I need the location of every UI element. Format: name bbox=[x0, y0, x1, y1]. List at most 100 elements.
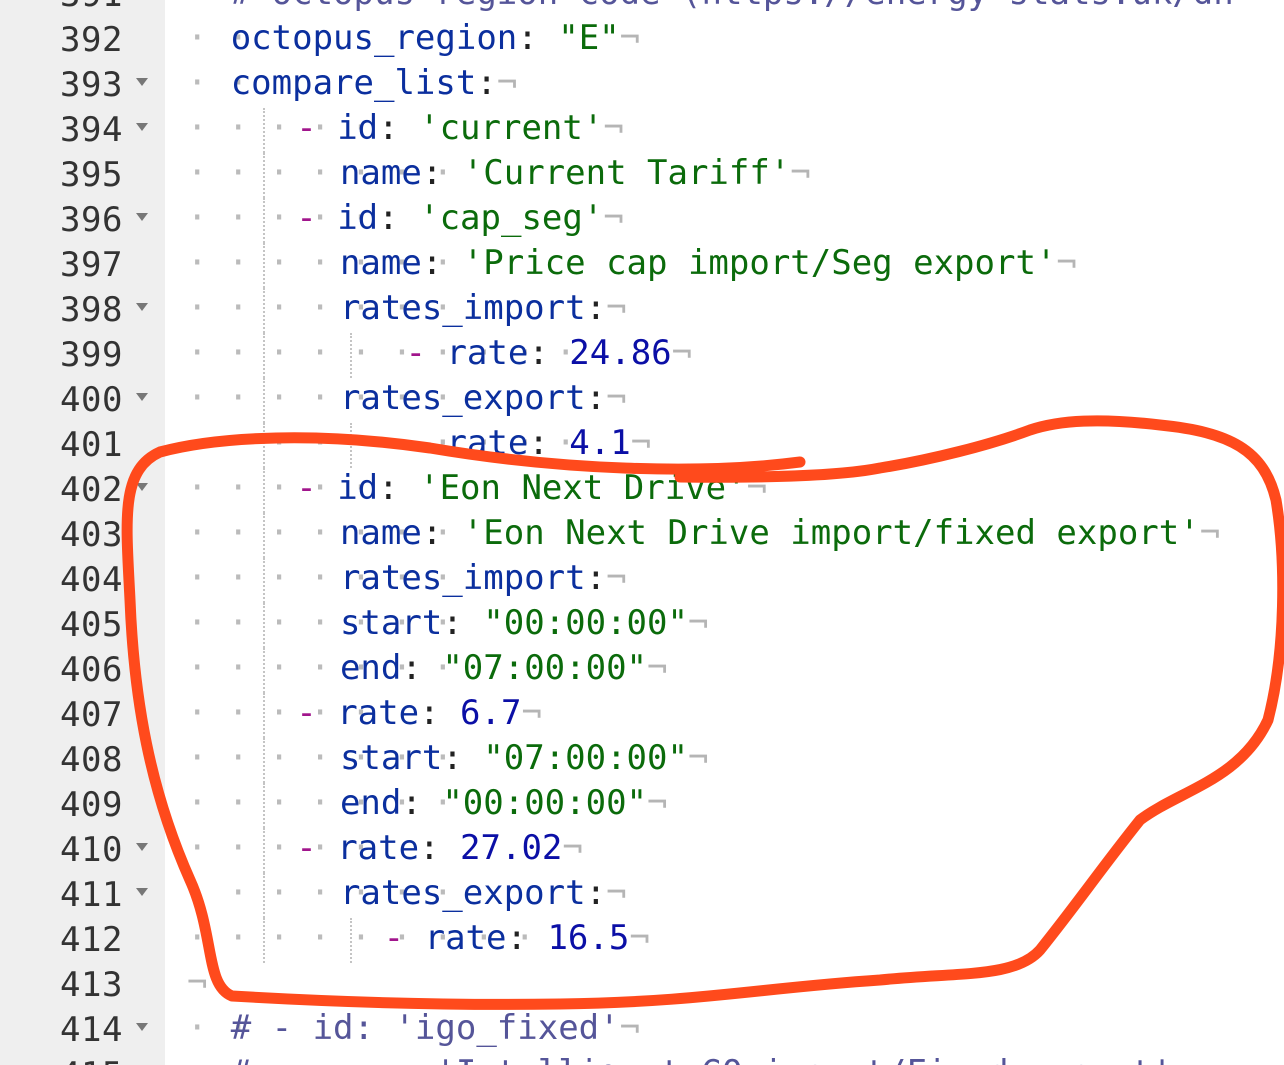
code-line[interactable]: · · · · · · · end: "07:00:00"¬ bbox=[165, 648, 1284, 693]
code-text: - rate: 24.86¬ bbox=[406, 335, 693, 371]
code-token: 'Eon Next Drive import/fixed export' bbox=[462, 513, 1200, 553]
code-token: octopus_region bbox=[230, 18, 518, 58]
code-token: : bbox=[585, 378, 607, 418]
line-number-row: 402 bbox=[0, 468, 165, 513]
line-number-row: 393 bbox=[0, 63, 165, 108]
line-number-row: 401 bbox=[0, 423, 165, 468]
code-text: # name: 'Intelligent GO import/Fixed exp… bbox=[231, 1055, 1173, 1065]
fold-toggle-icon[interactable] bbox=[136, 123, 148, 131]
fold-toggle-icon[interactable] bbox=[136, 393, 148, 401]
fold-toggle-icon[interactable] bbox=[136, 78, 148, 86]
code-token: : bbox=[378, 108, 420, 148]
code-text: ¬ bbox=[187, 965, 207, 1001]
eol-marker: ¬ bbox=[647, 783, 668, 823]
line-number-row: 399 bbox=[0, 333, 165, 378]
code-token: : bbox=[585, 558, 607, 598]
code-line[interactable]: · · · · · · · rates_export:¬ bbox=[165, 378, 1284, 423]
fold-toggle-icon[interactable] bbox=[136, 888, 148, 896]
fold-toggle-icon[interactable] bbox=[136, 213, 148, 221]
code-token: 'Eon Next Drive' bbox=[419, 468, 747, 508]
code-editor[interactable]: 391 392 393 394 395 396 397 398 399 400 401 402 403 4… bbox=[0, 0, 1284, 1065]
code-line[interactable]: · · · · · · · end: "00:00:00"¬ bbox=[165, 783, 1284, 828]
line-number: 411 bbox=[60, 875, 123, 915]
code-line[interactable]: · · · · · · · rates_import:¬ bbox=[165, 288, 1284, 333]
code-token: "07:00:00" bbox=[483, 738, 688, 778]
code-line[interactable]: · · · · · · · start: "07:00:00"¬ bbox=[165, 738, 1284, 783]
code-token: "E" bbox=[558, 18, 620, 58]
code-token: - bbox=[296, 693, 338, 733]
code-text: # octopus region code (https://energy-st… bbox=[231, 0, 1234, 11]
code-token: : bbox=[517, 18, 559, 58]
code-line[interactable]: · · · · · - id: 'cap_seg'¬ bbox=[165, 198, 1284, 243]
code-text: name: 'Current Tariff'¬ bbox=[340, 155, 811, 191]
line-number: 405 bbox=[60, 605, 123, 645]
fold-toggle-icon[interactable] bbox=[136, 1023, 148, 1031]
code-token: 'current' bbox=[419, 108, 604, 148]
code-token: : bbox=[378, 198, 420, 238]
code-line[interactable]: · · · · · · · name: 'Current Tariff'¬ bbox=[165, 153, 1284, 198]
code-line[interactable]: · · · · · - id: 'current'¬ bbox=[165, 108, 1284, 153]
eol-marker: ¬ bbox=[1199, 513, 1221, 553]
code-token: - bbox=[296, 198, 338, 238]
code-line[interactable]: · · · · · · · rates_import:¬ bbox=[165, 558, 1284, 603]
code-line[interactable]: · · · · · · · name: 'Price cap import/Se… bbox=[165, 243, 1284, 288]
code-text: - rate: 4.1¬ bbox=[406, 425, 652, 461]
eol-marker: ¬ bbox=[619, 18, 641, 58]
eol-marker: ¬ bbox=[1056, 243, 1077, 283]
eol-marker: ¬ bbox=[647, 648, 668, 688]
code-line[interactable]: · · · · · - rate: 6.7¬ bbox=[165, 693, 1284, 738]
line-number: 415 bbox=[60, 1057, 123, 1065]
code-token: compare_list bbox=[230, 63, 477, 103]
code-line[interactable]: · · · · · · · rates_export:¬ bbox=[165, 873, 1284, 918]
eol-marker: ¬ bbox=[687, 603, 709, 643]
eol-marker: ¬ bbox=[790, 153, 811, 193]
fold-toggle-icon[interactable] bbox=[136, 843, 148, 851]
line-number: 395 bbox=[60, 155, 123, 195]
line-number: 393 bbox=[60, 65, 123, 105]
line-number-row: 412 bbox=[0, 918, 165, 963]
code-token: rate bbox=[337, 828, 420, 868]
code-line[interactable]: · · # octopus region code (https://energ… bbox=[165, 0, 1284, 18]
code-token: : bbox=[528, 333, 570, 373]
code-line[interactable]: · · · · · · · · · · - rate: 24.86¬ bbox=[165, 333, 1284, 378]
code-text: rates_import:¬ bbox=[340, 560, 627, 596]
line-number: 401 bbox=[60, 425, 123, 465]
code-line[interactable]: · · · · · - id: 'Eon Next Drive'¬ bbox=[165, 468, 1284, 513]
fold-toggle-icon[interactable] bbox=[136, 303, 148, 311]
code-line[interactable]: ¬ bbox=[165, 963, 1284, 1008]
code-token: 'Price cap import/Seg export' bbox=[462, 243, 1057, 283]
code-line[interactable]: · · · · · · · · · - rate: 16.5¬ bbox=[165, 918, 1284, 963]
code-token: # - id: 'igo_fixed' bbox=[230, 1008, 620, 1048]
code-line[interactable]: · · · · · · · start: "00:00:00"¬ bbox=[165, 603, 1284, 648]
code-line[interactable]: · · · · · - rate: 27.02¬ bbox=[165, 828, 1284, 873]
code-line[interactable]: · · compare_list:¬ bbox=[165, 63, 1284, 108]
code-text: rates_export:¬ bbox=[340, 380, 627, 416]
eol-marker: ¬ bbox=[619, 1008, 641, 1048]
code-text: # - id: 'igo_fixed'¬ bbox=[231, 1010, 640, 1046]
code-token: 16.5 bbox=[547, 918, 630, 958]
line-number: 413 bbox=[60, 965, 123, 1005]
fold-toggle-icon[interactable] bbox=[136, 483, 148, 491]
code-token: start bbox=[339, 603, 443, 643]
code-line[interactable]: · · octopus_region: "E"¬ bbox=[165, 18, 1284, 63]
line-number: 409 bbox=[60, 785, 123, 825]
line-number-row: 403 bbox=[0, 513, 165, 558]
code-line[interactable]: · · · · · · · name: 'Eon Next Drive impo… bbox=[165, 513, 1284, 558]
code-token: : bbox=[419, 693, 461, 733]
eol-marker: ¬ bbox=[496, 63, 518, 103]
code-area[interactable]: · · # octopus region code (https://energ… bbox=[165, 0, 1284, 1065]
line-number-row: 406 bbox=[0, 648, 165, 693]
eol-marker: ¬ bbox=[671, 333, 693, 373]
code-token: rate bbox=[424, 918, 507, 958]
line-number-row: 391 bbox=[0, 0, 165, 18]
line-number-row: 397 bbox=[0, 243, 165, 288]
line-number: 408 bbox=[60, 740, 123, 780]
code-text: - rate: 6.7¬ bbox=[296, 695, 542, 731]
code-text: end: "00:00:00"¬ bbox=[340, 785, 668, 821]
code-line[interactable]: · · # - id: 'igo_fixed'¬ bbox=[165, 1008, 1284, 1053]
line-number: 400 bbox=[60, 380, 123, 420]
code-line[interactable]: · · # name: 'Intelligent GO import/Fixed… bbox=[165, 1053, 1284, 1065]
code-line[interactable]: · · · · · · · · · · - rate: 4.1¬ bbox=[165, 423, 1284, 468]
line-number-row: 398 bbox=[0, 288, 165, 333]
line-number-row: 409 bbox=[0, 783, 165, 828]
